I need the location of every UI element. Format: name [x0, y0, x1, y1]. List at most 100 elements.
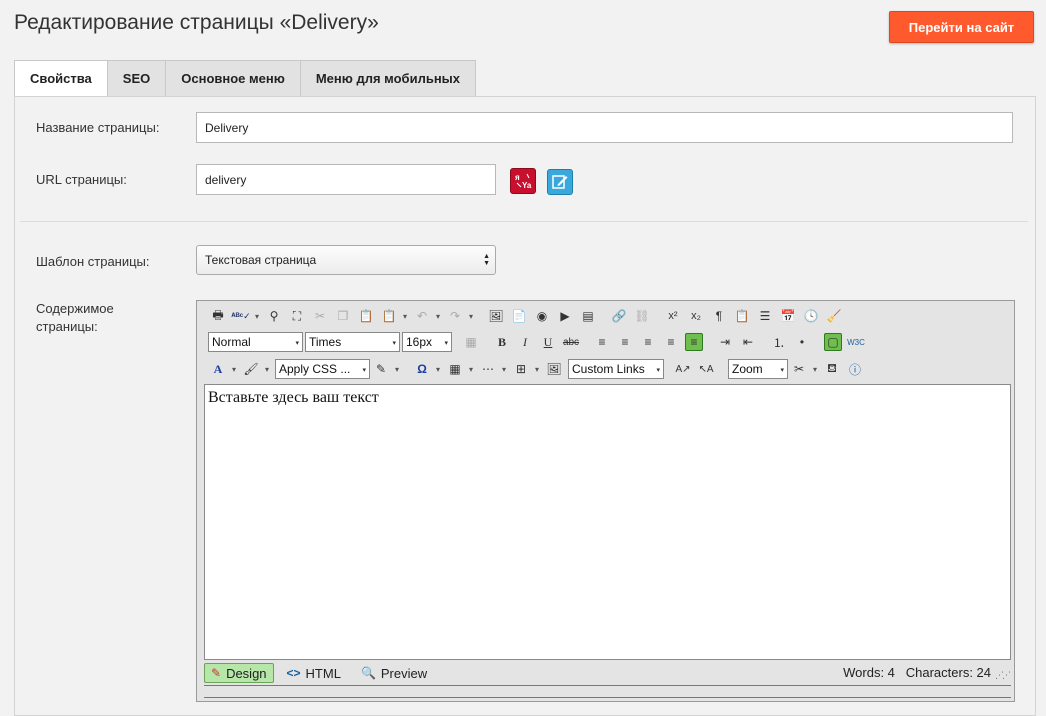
editor-content-area[interactable]: Вставьте здесь ваш текст: [204, 384, 1011, 660]
copy-icon[interactable]: ❐: [334, 307, 352, 325]
highlight-dropdown-icon[interactable]: ▾: [262, 360, 272, 378]
redo-dropdown-icon[interactable]: ▾: [466, 307, 476, 325]
font-size-select[interactable]: 16px ▾: [402, 332, 452, 352]
subscript-icon[interactable]: x₂: [687, 307, 705, 325]
select-arrows-icon: ▲ ▼: [483, 253, 490, 267]
page-name-input[interactable]: Delivery: [196, 112, 1013, 143]
insert-form-dropdown-icon[interactable]: ▾: [532, 360, 542, 378]
align-center-icon[interactable]: ≡: [616, 333, 634, 351]
table-props-icon[interactable]: ⋯: [479, 360, 497, 378]
tab-seo[interactable]: SEO: [107, 60, 167, 97]
unordered-list-icon[interactable]: •: [793, 333, 811, 351]
clean-css-icon[interactable]: 🧹: [825, 307, 843, 325]
font-family-select[interactable]: Times ▾: [305, 332, 400, 352]
template-select-value: Текстовая страница: [205, 253, 317, 267]
special-char-icon[interactable]: Ω: [413, 360, 431, 378]
insert-link-icon[interactable]: 🔗: [610, 307, 628, 325]
tab-bar: Свойства SEO Основное меню Меню для моби…: [14, 60, 477, 97]
highlight-color-icon[interactable]: 🖌: [242, 360, 260, 378]
align-right-icon[interactable]: ≡: [639, 333, 657, 351]
rich-text-editor: 🖶 ᴬᴮᶜ✓ ▾ ⚲ ⛶ ✂ ❐ 📋 📋 ▾ ↶ ▾ ↷ ▾ 🖼 📄 ◉ ▶ ▤…: [196, 300, 1015, 702]
module-dropdown-icon[interactable]: ▾: [810, 360, 820, 378]
insert-time-icon[interactable]: 🕓: [802, 307, 820, 325]
apply-css-select[interactable]: Apply CSS ... ▾: [275, 359, 370, 379]
insert-image-icon[interactable]: 🖼: [487, 307, 505, 325]
custom-links-value: Custom Links: [572, 362, 645, 376]
no-align-icon[interactable]: ≡: [685, 333, 703, 351]
insert-date-icon[interactable]: 📅: [779, 307, 797, 325]
horizontal-rule-icon[interactable]: ☰: [756, 307, 774, 325]
find-icon[interactable]: ⚲: [265, 307, 283, 325]
font-color-icon[interactable]: A: [209, 360, 227, 378]
font-size-value: 16px: [406, 335, 433, 349]
mode-preview-button[interactable]: 🔍 Preview: [354, 663, 434, 683]
select-all-icon[interactable]: ⛶: [288, 307, 306, 325]
paragraph-format-select[interactable]: Normal ▾: [208, 332, 303, 352]
template-select[interactable]: Текстовая страница ▲ ▼: [196, 245, 496, 275]
table-props-dropdown-icon[interactable]: ▾: [499, 360, 509, 378]
undo-icon[interactable]: ↶: [413, 307, 431, 325]
spellcheck-dropdown-icon[interactable]: ▾: [252, 307, 262, 325]
bold-icon[interactable]: B: [493, 333, 511, 351]
mode-html-button[interactable]: <> HTML: [280, 663, 348, 683]
tab-properties[interactable]: Свойства: [14, 60, 108, 97]
snippet-icon[interactable]: ⛾: [823, 360, 841, 378]
tab-mobile-menu[interactable]: Меню для мобильных: [300, 60, 477, 97]
special-char-dropdown-icon[interactable]: ▾: [433, 360, 443, 378]
custom-links-select[interactable]: Custom Links ▾: [568, 359, 664, 379]
paragraph-icon[interactable]: ¶: [710, 307, 728, 325]
remove-link-icon[interactable]: ⛓: [633, 307, 651, 325]
insert-form-icon[interactable]: ⊞: [512, 360, 530, 378]
content-label-line1: Содержимое: [36, 301, 114, 316]
ltr-text-icon[interactable]: A↗: [674, 360, 692, 378]
image-manager-icon[interactable]: 🖼: [545, 360, 563, 378]
image-map-icon[interactable]: ▦: [462, 333, 480, 351]
superscript-icon[interactable]: x²: [664, 307, 682, 325]
strikethrough-icon[interactable]: abc: [562, 333, 580, 351]
paste-special-icon[interactable]: 📋: [380, 307, 398, 325]
clipboard-icon[interactable]: 📋: [733, 307, 751, 325]
svg-text:Ya: Ya: [522, 181, 532, 190]
align-justify-icon[interactable]: ≡: [662, 333, 680, 351]
font-color-dropdown-icon[interactable]: ▾: [229, 360, 239, 378]
insert-template-icon[interactable]: ▤: [579, 307, 597, 325]
print-icon[interactable]: 🖶: [209, 307, 227, 325]
redo-icon[interactable]: ↷: [446, 307, 464, 325]
editor-bottom-rule: [204, 685, 1011, 686]
italic-icon[interactable]: I: [516, 333, 534, 351]
insert-table-dropdown-icon[interactable]: ▾: [466, 360, 476, 378]
paragraph-format-value: Normal: [212, 335, 251, 349]
page-name-label: Название страницы:: [36, 120, 160, 135]
zoom-select[interactable]: Zoom ▾: [728, 359, 788, 379]
module-manager-icon[interactable]: ✂: [790, 360, 808, 378]
paste-dropdown-icon[interactable]: ▾: [400, 307, 410, 325]
resize-grip-icon[interactable]: ⋰⋰: [995, 670, 1011, 681]
spellcheck-icon[interactable]: ᴬᴮᶜ✓: [231, 307, 250, 325]
rtl-text-icon[interactable]: ↖A: [697, 360, 715, 378]
ordered-list-icon[interactable]: ⒈: [770, 333, 788, 351]
undo-dropdown-icon[interactable]: ▾: [433, 307, 443, 325]
insert-table-icon[interactable]: ▦: [446, 360, 464, 378]
outdent-icon[interactable]: ⇤: [739, 333, 757, 351]
indent-icon[interactable]: ⇥: [716, 333, 734, 351]
goto-site-button[interactable]: Перейти на сайт: [889, 11, 1034, 43]
translit-icon[interactable]: я Ya: [510, 168, 536, 194]
insert-document-icon[interactable]: 📄: [510, 307, 528, 325]
cut-icon[interactable]: ✂: [311, 307, 329, 325]
page-url-input[interactable]: delivery: [196, 164, 496, 195]
insert-flash-icon[interactable]: ◉: [533, 307, 551, 325]
insert-media-icon[interactable]: ▶: [556, 307, 574, 325]
about-icon[interactable]: ⓘ: [846, 360, 864, 378]
mode-design-button[interactable]: ✎ Design: [204, 663, 274, 683]
magnifier-icon: 🔍: [360, 666, 376, 680]
tab-main-menu[interactable]: Основное меню: [166, 60, 301, 97]
underline-icon[interactable]: U: [539, 333, 557, 351]
format-painter-icon[interactable]: ✎: [372, 360, 390, 378]
paste-icon[interactable]: 📋: [357, 307, 375, 325]
format-painter-dropdown-icon[interactable]: ▾: [392, 360, 402, 378]
toggle-border-icon[interactable]: ▢: [824, 333, 842, 351]
align-left-icon[interactable]: ≡: [593, 333, 611, 351]
page-title: Редактирование страницы «Delivery»: [14, 11, 379, 34]
edit-icon[interactable]: [547, 169, 573, 195]
w3c-validate-icon[interactable]: W3C: [847, 333, 865, 351]
